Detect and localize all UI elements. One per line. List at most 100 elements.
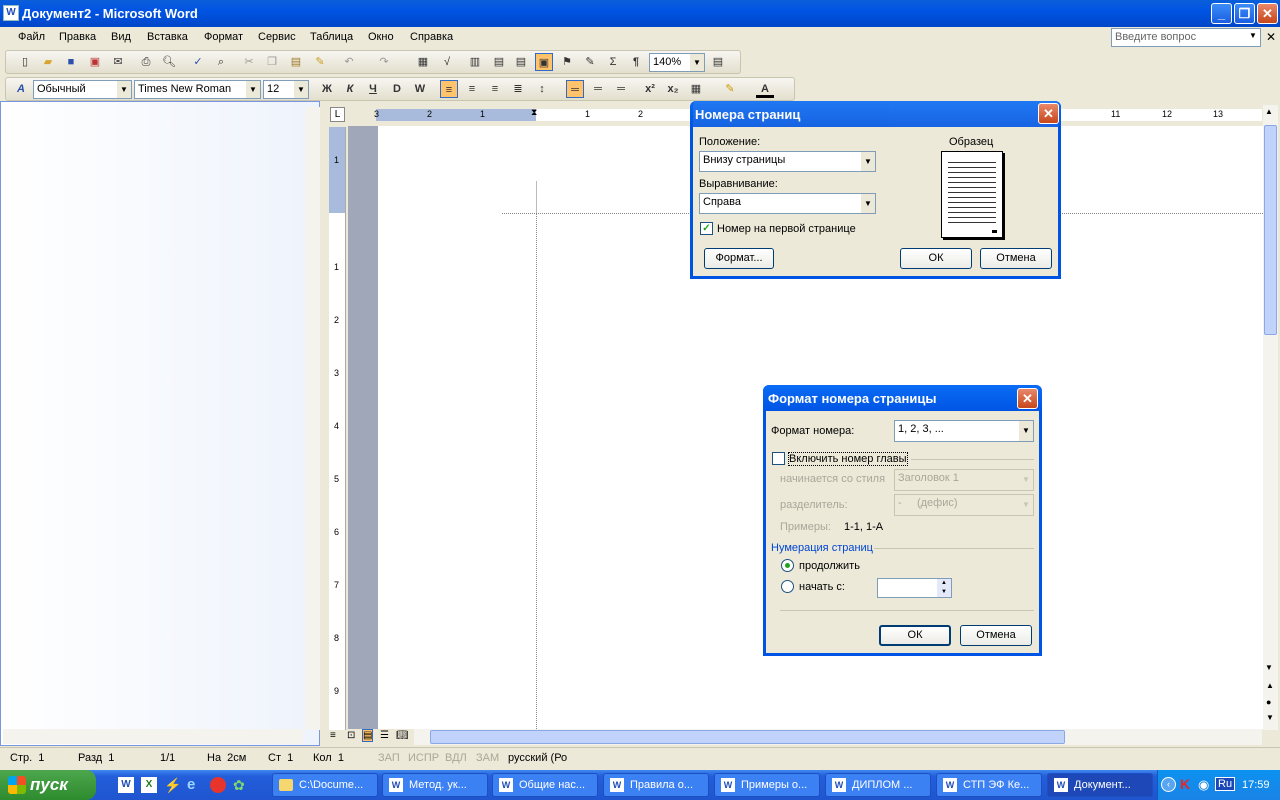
next-page-icon[interactable]: ▼ xyxy=(1266,713,1274,722)
show-formatting-icon[interactable]: ¶ xyxy=(627,53,645,71)
normal-view-icon[interactable]: ≡ xyxy=(330,730,336,741)
minimize-button[interactable]: _ xyxy=(1211,3,1232,24)
kaspersky-icon[interactable]: K xyxy=(1180,776,1190,792)
zoom-select[interactable]: 140% ▼ xyxy=(649,53,705,72)
taskbar-item-explorer[interactable]: C:\Docume... xyxy=(272,773,378,797)
format-cancel-button[interactable]: Отмена xyxy=(960,625,1032,646)
web-view-icon[interactable]: ⊡ xyxy=(347,730,355,741)
indent-marker-icon[interactable]: ⧗ xyxy=(531,107,537,118)
print-icon[interactable]: ⎙ xyxy=(137,53,155,71)
include-chapter-label[interactable]: Включить номер главы xyxy=(788,452,908,466)
number-format-select[interactable]: 1, 2, 3, ... ▼ xyxy=(894,420,1034,442)
position-select[interactable]: Внизу страницы ▼ xyxy=(699,151,876,172)
menu-edit[interactable]: Правка xyxy=(59,31,96,43)
border-line-icon[interactable]: ═ xyxy=(566,80,584,98)
cancel-button[interactable]: Отмена xyxy=(980,248,1052,269)
help-search-input[interactable]: Введите вопрос xyxy=(1111,28,1261,47)
font-color-icon[interactable]: A xyxy=(756,80,774,98)
include-chapter-checkbox[interactable] xyxy=(772,452,785,465)
format-dialog-close-button[interactable]: ✕ xyxy=(1017,388,1038,409)
line-spacing-icon[interactable]: ↕ xyxy=(533,80,551,98)
scroll-up-icon[interactable]: ▲ xyxy=(1265,107,1273,116)
taskbar-item-word-6[interactable]: W СТП ЭФ Ке... xyxy=(936,773,1042,797)
document-hscrollbar[interactable] xyxy=(414,729,1262,745)
task-pane-hscrollbar[interactable] xyxy=(3,729,303,744)
taskbar-item-word-1[interactable]: W Метод. ук... xyxy=(382,773,488,797)
taskbar-item-word-2[interactable]: W Общие нас... xyxy=(492,773,598,797)
browse-object-icon[interactable]: ● xyxy=(1266,697,1271,707)
status-ext[interactable]: ВДЛ xyxy=(445,752,467,764)
clock[interactable]: 17:59 xyxy=(1242,779,1270,791)
scroll-thumb[interactable] xyxy=(1264,125,1277,335)
taskbar-item-word-3[interactable]: W Правила о... xyxy=(603,773,709,797)
justify-icon[interactable]: ≣ xyxy=(509,80,527,98)
start-at-radio[interactable] xyxy=(781,580,794,593)
continue-label[interactable]: продолжить xyxy=(799,560,860,572)
format-button[interactable]: Формат... xyxy=(704,248,774,269)
outline-view-icon[interactable]: ☰ xyxy=(380,730,389,741)
ok-button[interactable]: ОК xyxy=(900,248,972,269)
superscript-icon[interactable]: x² xyxy=(641,80,659,98)
reading-view-icon[interactable]: 📖︎ xyxy=(396,730,409,741)
alignment-select[interactable]: Справа ▼ xyxy=(699,193,876,214)
task-pane-scrollbar[interactable] xyxy=(305,107,320,730)
spin-down-icon[interactable]: ▼ xyxy=(937,588,951,597)
tray-network-icon[interactable]: ◉ xyxy=(1198,777,1209,793)
scroll-down-icon[interactable]: ▼ xyxy=(1265,663,1273,672)
spin-up-icon[interactable]: ▲ xyxy=(937,579,951,588)
quicklaunch-winamp-icon[interactable]: ⚡ xyxy=(164,777,181,794)
continue-radio[interactable] xyxy=(781,559,794,572)
close-doc-icon[interactable]: ✕ xyxy=(1266,30,1276,44)
word-app-icon[interactable]: W xyxy=(3,5,19,21)
sum-icon[interactable]: Σ xyxy=(604,53,622,71)
starts-with-select[interactable]: Заголовок 1 ▼ xyxy=(894,469,1034,491)
open-icon[interactable]: ▰ xyxy=(39,53,57,71)
menu-format[interactable]: Формат xyxy=(204,31,243,43)
undo-icon[interactable]: ↶ xyxy=(340,53,358,71)
quicklaunch-opera-icon[interactable] xyxy=(210,777,226,793)
document-vscrollbar[interactable]: ▲ ▼ ▲ ● ▼ xyxy=(1263,105,1278,730)
save-icon[interactable]: ■ xyxy=(62,53,80,71)
quicklaunch-word-icon[interactable]: W xyxy=(118,777,134,793)
copy-icon[interactable]: ❐ xyxy=(263,53,281,71)
menu-table[interactable]: Таблица xyxy=(310,31,353,43)
permission-icon[interactable]: ▣ xyxy=(86,53,104,71)
start-at-input[interactable]: ▲ ▼ xyxy=(877,578,952,598)
tab-selector[interactable]: L xyxy=(330,107,345,122)
taskbar-item-word-active[interactable]: W Документ... xyxy=(1047,773,1153,797)
status-trk[interactable]: ИСПР xyxy=(408,752,439,764)
hyperlink-icon[interactable]: ⚑ xyxy=(558,53,576,71)
quicklaunch-app-icon[interactable]: ✿ xyxy=(233,777,245,794)
borders-icon[interactable]: ▦ xyxy=(687,80,705,98)
bold-icon[interactable]: Ж xyxy=(318,80,336,98)
new-doc-icon[interactable]: ▯ xyxy=(16,53,34,71)
prev-page-icon[interactable]: ▲ xyxy=(1266,681,1274,690)
menu-file[interactable]: Файл xyxy=(18,31,45,43)
styles-icon[interactable]: A xyxy=(12,80,30,98)
subscript-icon[interactable]: x₂ xyxy=(664,80,682,98)
align-center-icon[interactable]: ≡ xyxy=(463,80,481,98)
double-underline-icon[interactable]: D xyxy=(388,80,406,98)
spelling-icon[interactable]: ✓ xyxy=(189,53,207,71)
quicklaunch-ie-icon[interactable]: e xyxy=(187,776,195,793)
drawing-icon[interactable]: ▤ xyxy=(490,53,508,71)
highlight-icon[interactable]: ✎ xyxy=(721,80,739,98)
cut-icon[interactable]: ✂ xyxy=(240,53,258,71)
hscroll-thumb[interactable] xyxy=(430,730,1065,744)
columns-icon[interactable]: ▥ xyxy=(466,53,484,71)
taskbar-item-word-4[interactable]: W Примеры о... xyxy=(714,773,820,797)
page-numbers-close-button[interactable]: ✕ xyxy=(1038,103,1059,124)
align-right-icon[interactable]: ≡ xyxy=(486,80,504,98)
first-page-checkbox[interactable]: ✓ xyxy=(700,222,713,235)
help-dropdown-icon[interactable]: ▼ xyxy=(1249,31,1257,40)
paste-icon[interactable]: ▤ xyxy=(287,53,305,71)
tray-expand-icon[interactable]: ‹ xyxy=(1161,777,1176,792)
menu-view[interactable]: Вид xyxy=(111,31,131,43)
close-window-button[interactable]: ✕ xyxy=(1257,3,1278,24)
quicklaunch-excel-icon[interactable]: X xyxy=(141,777,157,793)
start-at-label[interactable]: начать с: xyxy=(799,581,845,593)
menu-help[interactable]: Справка xyxy=(410,31,453,43)
redo-icon[interactable]: ↷ xyxy=(375,53,393,71)
align-left-icon[interactable]: ≡ xyxy=(440,80,458,98)
format-painter-icon[interactable]: ✎ xyxy=(311,53,329,71)
